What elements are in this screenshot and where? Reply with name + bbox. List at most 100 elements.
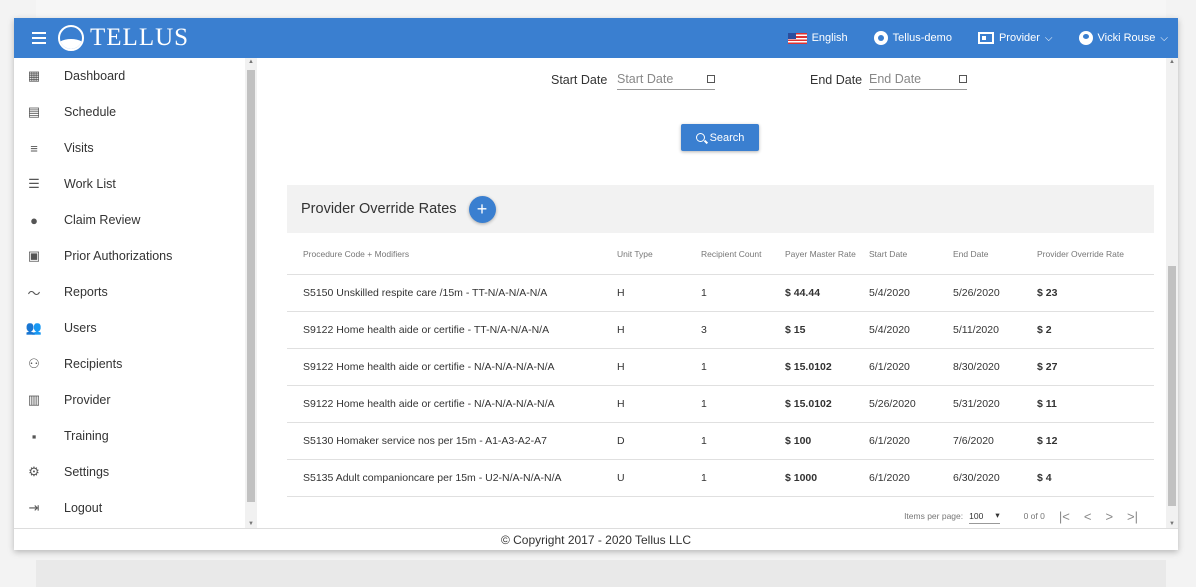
menu-icon[interactable]	[32, 32, 46, 44]
column-header[interactable]: Start Date	[869, 249, 953, 259]
language-selector[interactable]: English	[787, 32, 848, 44]
table-cell: S9122 Home health aide or certifie - N/A…	[303, 361, 555, 373]
top-bar: TELLUS English Tellus-demo Provider ⌵ Vi…	[14, 18, 1178, 58]
table-row[interactable]: S5130 Homaker service nos per 15m - A1-A…	[287, 423, 1154, 460]
sidebar-item-claim-review[interactable]: ● Claim Review	[14, 202, 256, 238]
sidebar-item-label: Reports	[64, 285, 108, 299]
table-cell: H	[617, 324, 625, 336]
language-label: English	[811, 32, 848, 44]
table-row[interactable]: S9122 Home health aide or certifie - N/A…	[287, 349, 1154, 386]
sidebar-item-label: Schedule	[64, 105, 117, 119]
calendar-icon[interactable]	[959, 74, 967, 83]
logout-icon: ⇥	[28, 500, 40, 515]
sidebar-item-label: Users	[64, 321, 97, 335]
table-row[interactable]: S9122 Home health aide or certifie - N/A…	[287, 386, 1154, 423]
training-icon: ▪	[31, 428, 37, 444]
table-row[interactable]: S5150 Unskilled respite care /15m - TT-N…	[287, 275, 1154, 312]
sidebar-item-settings[interactable]: ⚙ Settings	[14, 454, 256, 490]
table-cell: $ 44.44	[785, 287, 821, 299]
table-cell: $ 15.0102	[785, 361, 832, 373]
sidebar-item-users[interactable]: 👥 Users	[14, 310, 256, 346]
logo-text: TELLUS	[90, 24, 190, 51]
table-cell: S9122 Home health aide or certifie - N/A…	[303, 398, 555, 410]
page-size-select[interactable]: 100 ▾	[969, 508, 1000, 524]
table-cell: S5150 Unskilled respite care /15m - TT-N…	[303, 287, 548, 299]
table-cell: 8/30/2020	[953, 361, 1000, 373]
table-cell: 1	[701, 472, 707, 484]
column-header[interactable]: Procedure Code + Modifiers	[287, 249, 617, 259]
table-cell: 3	[701, 324, 707, 336]
scrollbar-thumb[interactable]	[247, 70, 255, 502]
org-icon	[873, 31, 888, 45]
scroll-down-icon[interactable]: ▼	[1169, 521, 1175, 527]
rates-title: Provider Override Rates	[301, 201, 457, 217]
table-row[interactable]: S9122 Home health aide or certifie - TT-…	[287, 312, 1154, 349]
table-cell: 5/26/2020	[869, 398, 916, 410]
sidebar-item-work-list[interactable]: ☰ Work List	[14, 166, 256, 202]
sidebar-item-label: Visits	[64, 141, 94, 155]
sidebar-item-recipients[interactable]: ⚇ Recipients	[14, 346, 256, 382]
scroll-down-icon[interactable]: ▼	[248, 521, 254, 527]
table-cell: $ 15.0102	[785, 398, 832, 410]
page-size-value: 100	[969, 510, 984, 521]
sidebar-item-label: Dashboard	[64, 69, 126, 83]
sidebar-item-visits[interactable]: ≡ Visits	[14, 130, 256, 166]
sidebar-item-label: Prior Authorizations	[64, 249, 173, 263]
user-name: Vicki Rouse	[1097, 32, 1156, 44]
sidebar-item-schedule[interactable]: ▤ Schedule	[14, 94, 256, 130]
sidebar-item-dashboard[interactable]: ▦ Dashboard	[14, 58, 256, 94]
end-date-label: End Date	[810, 73, 863, 87]
sidebar-item-label: Training	[64, 429, 109, 443]
scrollbar-thumb[interactable]	[1168, 266, 1176, 506]
table-cell: H	[617, 361, 625, 373]
role-selector[interactable]: Provider ⌵	[977, 32, 1053, 44]
plus-icon: +	[476, 198, 488, 219]
sidebar-item-label: Claim Review	[64, 213, 141, 227]
sidebar-item-reports[interactable]: 〜 Reports	[14, 274, 256, 310]
scroll-up-icon[interactable]: ▲	[248, 59, 254, 65]
sidebar-item-training[interactable]: ▪ Training	[14, 418, 256, 454]
app-window: TELLUS English Tellus-demo Provider ⌵ Vi…	[14, 18, 1178, 550]
calendar-icon[interactable]	[707, 74, 715, 83]
main-scrollbar[interactable]: ▲ ▼	[1166, 58, 1178, 528]
start-date-field[interactable]	[617, 68, 715, 90]
sidebar-scrollbar[interactable]: ▲ ▼	[245, 58, 257, 528]
table-cell: 1	[701, 398, 707, 410]
table-cell: $ 23	[1037, 287, 1058, 299]
table-cell: 6/30/2020	[953, 472, 1000, 484]
scroll-up-icon[interactable]: ▲	[1169, 59, 1175, 65]
user-avatar-icon	[1078, 31, 1093, 45]
start-date-label: Start Date	[551, 73, 608, 87]
end-date-field[interactable]	[869, 68, 967, 90]
alert-icon: ●	[30, 212, 38, 228]
logo: TELLUS	[58, 24, 189, 52]
column-header[interactable]: Recipient Count	[701, 249, 785, 259]
table-row[interactable]: S5135 Adult companioncare per 15m - U2-N…	[287, 460, 1154, 497]
sidebar-item-label: Work List	[64, 177, 116, 191]
start-date-input[interactable]	[617, 71, 703, 86]
table-cell: 7/6/2020	[953, 435, 994, 447]
end-date-input[interactable]	[869, 71, 955, 86]
column-header[interactable]: Unit Type	[617, 249, 701, 259]
search-button[interactable]: Search	[681, 124, 759, 151]
sidebar-item-prior-authorizations[interactable]: ▣ Prior Authorizations	[14, 238, 256, 274]
org-selector[interactable]: Tellus-demo	[873, 31, 952, 45]
table-cell: S5130 Homaker service nos per 15m - A1-A…	[303, 435, 547, 447]
column-header[interactable]: End Date	[953, 249, 1037, 259]
sidebar-item-provider[interactable]: ▥ Provider	[14, 382, 256, 418]
next-page-icon[interactable]: >	[1105, 509, 1113, 524]
table-cell: S9122 Home health aide or certifie - TT-…	[303, 324, 550, 336]
chevron-down-icon: ⌵	[1160, 32, 1168, 44]
column-header[interactable]: Payer Master Rate	[785, 249, 869, 259]
sidebar-item-label: Recipients	[64, 357, 123, 371]
sidebar-item-logout[interactable]: ⇥ Logout	[14, 490, 256, 526]
user-menu[interactable]: Vicki Rouse ⌵	[1078, 31, 1168, 45]
table-cell: 5/31/2020	[953, 398, 1000, 410]
last-page-icon[interactable]: >|	[1127, 509, 1138, 524]
first-page-icon[interactable]: |<	[1059, 509, 1070, 524]
table-header: Procedure Code + Modifiers Unit Type Recip…	[287, 233, 1154, 275]
previous-page-icon[interactable]: <	[1084, 509, 1092, 524]
column-header[interactable]: Provider Override Rate	[1037, 249, 1147, 259]
add-rate-button[interactable]: +	[468, 195, 496, 223]
dropdown-arrow-icon: ▾	[995, 510, 1000, 520]
